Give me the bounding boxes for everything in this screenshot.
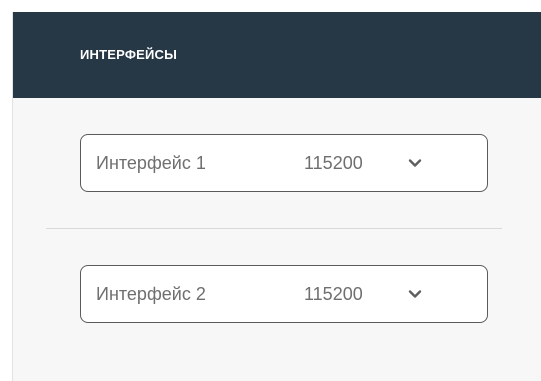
interface-2-label: Интерфейс 2 [96,284,206,304]
panel-title: ИНТЕРФЕЙСЫ [80,47,178,62]
interface-2-baud-value: 115200 [304,284,363,304]
interface-1-label: Интерфейс 1 [96,153,206,173]
interface-1-baud-value: 115200 [304,153,363,173]
page: ИНТЕРФЕЙСЫ Интерфейс 1 115200 Интерфейс … [0,0,541,381]
chevron-down-icon [408,290,422,298]
chevron-down-icon [408,159,422,167]
panel-header: ИНТЕРФЕЙСЫ [13,12,541,98]
interfaces-panel: ИНТЕРФЕЙСЫ Интерфейс 1 115200 Интерфейс … [12,12,541,381]
divider [46,228,502,229]
interface-1-baud-select[interactable]: Интерфейс 1 115200 [80,134,488,192]
interface-2-baud-select[interactable]: Интерфейс 2 115200 [80,265,488,323]
